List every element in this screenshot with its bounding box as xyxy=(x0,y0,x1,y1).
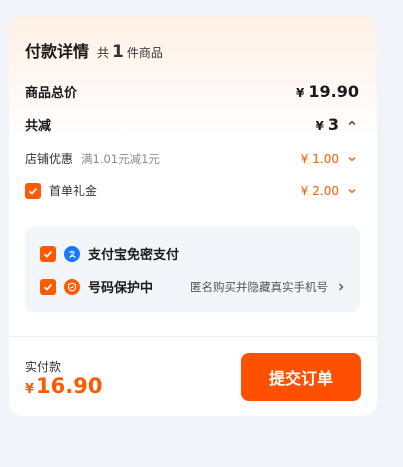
chevron-right-icon xyxy=(339,283,344,290)
chevron-down-icon[interactable] xyxy=(345,152,359,166)
first-order-gift-row[interactable]: 首单礼金 ¥ 2.00 xyxy=(25,182,359,199)
amount-due-price: ¥ 16.90 xyxy=(25,374,102,398)
shop-discount-detail: 满1.01元减1元 xyxy=(81,151,160,166)
first-order-gift-amount: 2.00 xyxy=(312,183,339,198)
discount-total-label: 共减 xyxy=(25,119,52,134)
first-order-gift-price: ¥ 2.00 xyxy=(301,184,359,198)
checkmark-icon xyxy=(28,187,38,195)
service-number-protection-row[interactable]: 号码保护中 匿名购买并隐藏真实手机号 xyxy=(40,277,348,296)
currency-symbol: ¥ xyxy=(300,183,309,198)
item-count: 共 1 件商品 xyxy=(97,42,163,62)
services-panel: 支付宝免密支付 号码保护中 匿名购买并隐藏真实手机号 xyxy=(25,226,360,312)
currency-symbol: ¥ xyxy=(315,119,324,133)
payment-details-card: 付款详情 共 1 件商品 商品总价 ¥ 19.90 共减 ¥ 3 店铺优惠 满1.0… xyxy=(9,16,377,416)
item-count-value: 1 xyxy=(112,42,124,62)
alipay-checkbox[interactable] xyxy=(40,245,56,262)
payment-details-header: 付款详情 共 1 件商品 xyxy=(25,38,163,62)
checkmark-icon xyxy=(43,283,53,291)
shop-discount-price: ¥ 1.00 xyxy=(301,152,359,166)
service-alipay-row[interactable]: 支付宝免密支付 xyxy=(40,244,348,263)
total-goods-price: ¥ 19.90 xyxy=(296,82,359,101)
shield-icon xyxy=(64,278,80,295)
submit-order-button[interactable]: 提交订单 xyxy=(241,353,361,401)
item-count-prefix: 共 xyxy=(97,46,110,60)
discount-total-row[interactable]: 共减 ¥ 3 xyxy=(25,115,359,134)
item-count-suffix: 件商品 xyxy=(126,46,163,60)
currency-symbol: ¥ xyxy=(25,382,35,397)
shop-discount-label: 店铺优惠 xyxy=(25,152,74,166)
total-goods-amount: 19.90 xyxy=(308,82,359,101)
chevron-up-icon[interactable] xyxy=(345,116,359,130)
amount-due-value: 16.90 xyxy=(36,374,103,398)
alipay-label: 支付宝免密支付 xyxy=(88,248,180,263)
chevron-down-icon[interactable] xyxy=(345,184,359,198)
checkmark-icon xyxy=(43,250,53,258)
total-goods-label: 商品总价 xyxy=(25,86,78,101)
discount-total-amount: 3 xyxy=(327,115,339,134)
number-protection-description[interactable]: 匿名购买并隐藏真实手机号 xyxy=(190,279,348,295)
shop-discount-row[interactable]: 店铺优惠 满1.01元减1元 ¥ 1.00 xyxy=(25,150,359,167)
number-protection-description-text: 匿名购买并隐藏真实手机号 xyxy=(190,279,328,294)
shop-discount-amount: 1.00 xyxy=(312,151,339,166)
amount-due-label: 实付款 xyxy=(25,360,62,374)
discount-total-price: ¥ 3 xyxy=(316,115,360,134)
currency-symbol: ¥ xyxy=(296,86,305,100)
first-order-gift-label: 首单礼金 xyxy=(49,184,98,198)
divider xyxy=(9,336,377,337)
total-goods-row: 商品总价 ¥ 19.90 xyxy=(25,82,359,101)
first-order-gift-checkbox[interactable] xyxy=(25,182,41,199)
number-protection-label: 号码保护中 xyxy=(88,281,154,296)
currency-symbol: ¥ xyxy=(300,151,309,166)
alipay-icon xyxy=(64,245,80,262)
page-title: 付款详情 xyxy=(25,42,90,61)
number-protection-checkbox[interactable] xyxy=(40,278,56,295)
